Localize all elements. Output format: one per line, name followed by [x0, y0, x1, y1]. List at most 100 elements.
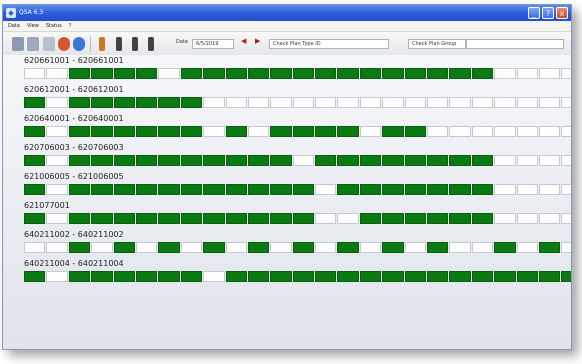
- schedule-cell-active[interactable]: [24, 184, 46, 195]
- schedule-cell-active[interactable]: [270, 126, 292, 137]
- schedule-cell-active[interactable]: [24, 155, 46, 166]
- schedule-cell-empty[interactable]: [225, 97, 247, 108]
- schedule-cell-active[interactable]: [247, 271, 270, 282]
- schedule-cell-active[interactable]: [113, 184, 135, 195]
- schedule-cell-empty[interactable]: [538, 68, 561, 79]
- back-icon[interactable]: [12, 37, 24, 51]
- schedule-cell-empty[interactable]: [292, 97, 315, 108]
- marker-icon[interactable]: [132, 37, 138, 51]
- schedule-cell-empty[interactable]: [359, 126, 382, 137]
- date-field[interactable]: 6/5/2019: [192, 39, 234, 49]
- schedule-cell-active[interactable]: [292, 242, 315, 253]
- schedule-cell-active[interactable]: [337, 242, 359, 253]
- schedule-cell-active[interactable]: [382, 213, 404, 224]
- menu-item-help[interactable]: ?: [69, 21, 72, 31]
- schedule-cell-active[interactable]: [404, 126, 427, 137]
- schedule-cell-empty[interactable]: [561, 97, 571, 108]
- schedule-cell-active[interactable]: [427, 68, 449, 79]
- schedule-cell-active[interactable]: [337, 155, 359, 166]
- schedule-cell-active[interactable]: [427, 242, 449, 253]
- schedule-cell-active[interactable]: [203, 68, 225, 79]
- schedule-cell-empty[interactable]: [538, 184, 561, 195]
- schedule-cell-empty[interactable]: [315, 184, 337, 195]
- schedule-cell-active[interactable]: [449, 68, 471, 79]
- schedule-cell-active[interactable]: [113, 242, 135, 253]
- schedule-cell-empty[interactable]: [46, 242, 68, 253]
- schedule-cell-empty[interactable]: [91, 242, 113, 253]
- plan-type-field[interactable]: Check Plan Type ID: [269, 39, 389, 49]
- schedule-cell-active[interactable]: [337, 271, 359, 282]
- schedule-cell-active[interactable]: [292, 271, 315, 282]
- schedule-cell-empty[interactable]: [203, 97, 225, 108]
- schedule-cell-active[interactable]: [404, 184, 427, 195]
- schedule-cell-empty[interactable]: [471, 97, 494, 108]
- schedule-cell-empty[interactable]: [404, 242, 427, 253]
- schedule-cell-active[interactable]: [382, 155, 404, 166]
- schedule-cell-active[interactable]: [180, 126, 203, 137]
- schedule-cell-active[interactable]: [427, 184, 449, 195]
- schedule-cell-active[interactable]: [203, 184, 225, 195]
- schedule-cell-active[interactable]: [180, 68, 203, 79]
- schedule-cell-active[interactable]: [404, 271, 427, 282]
- schedule-cell-active[interactable]: [135, 68, 158, 79]
- schedule-cell-empty[interactable]: [516, 184, 538, 195]
- schedule-cell-active[interactable]: [158, 126, 180, 137]
- schedule-cell-active[interactable]: [225, 184, 247, 195]
- schedule-cell-active[interactable]: [404, 155, 427, 166]
- schedule-cell-empty[interactable]: [471, 242, 494, 253]
- schedule-cell-empty[interactable]: [359, 242, 382, 253]
- schedule-cell-active[interactable]: [24, 213, 46, 224]
- schedule-cell-empty[interactable]: [46, 213, 68, 224]
- schedule-cell-empty[interactable]: [494, 184, 516, 195]
- schedule-cell-active[interactable]: [180, 155, 203, 166]
- schedule-cell-active[interactable]: [538, 242, 561, 253]
- schedule-cell-empty[interactable]: [315, 97, 337, 108]
- schedule-cell-empty[interactable]: [494, 97, 516, 108]
- schedule-cell-active[interactable]: [359, 271, 382, 282]
- schedule-cell-empty[interactable]: [538, 155, 561, 166]
- schedule-cell-active[interactable]: [471, 213, 494, 224]
- schedule-cell-empty[interactable]: [561, 213, 571, 224]
- schedule-cell-empty[interactable]: [46, 155, 68, 166]
- marker-icon[interactable]: [148, 37, 154, 51]
- schedule-cell-active[interactable]: [471, 68, 494, 79]
- schedule-cell-active[interactable]: [91, 213, 113, 224]
- schedule-cell-active[interactable]: [225, 155, 247, 166]
- marker-icon[interactable]: [99, 37, 105, 51]
- minimize-button[interactable]: _: [528, 7, 540, 19]
- schedule-cell-active[interactable]: [471, 184, 494, 195]
- schedule-cell-empty[interactable]: [203, 126, 225, 137]
- schedule-cell-active[interactable]: [247, 184, 270, 195]
- schedule-cell-empty[interactable]: [270, 97, 292, 108]
- schedule-cell-empty[interactable]: [225, 242, 247, 253]
- schedule-cell-active[interactable]: [359, 155, 382, 166]
- schedule-cell-empty[interactable]: [46, 97, 68, 108]
- schedule-cell-active[interactable]: [203, 155, 225, 166]
- schedule-cell-empty[interactable]: [315, 242, 337, 253]
- schedule-cell-active[interactable]: [68, 68, 91, 79]
- schedule-cell-empty[interactable]: [449, 242, 471, 253]
- schedule-cell-empty[interactable]: [449, 97, 471, 108]
- schedule-cell-active[interactable]: [24, 126, 46, 137]
- schedule-cell-active[interactable]: [337, 184, 359, 195]
- menu-item-data[interactable]: Data: [8, 21, 20, 31]
- schedule-cell-active[interactable]: [359, 213, 382, 224]
- schedule-cell-empty[interactable]: [538, 97, 561, 108]
- schedule-cell-active[interactable]: [315, 68, 337, 79]
- schedule-cell-active[interactable]: [225, 68, 247, 79]
- schedule-cell-active[interactable]: [68, 97, 91, 108]
- schedule-cell-empty[interactable]: [46, 126, 68, 137]
- schedule-cell-empty[interactable]: [516, 68, 538, 79]
- schedule-cell-active[interactable]: [91, 155, 113, 166]
- schedule-cell-active[interactable]: [270, 184, 292, 195]
- arrow-left-icon[interactable]: ◀: [241, 37, 246, 45]
- schedule-cell-active[interactable]: [449, 155, 471, 166]
- schedule-cell-empty[interactable]: [449, 126, 471, 137]
- schedule-cell-active[interactable]: [382, 242, 404, 253]
- schedule-cell-active[interactable]: [427, 271, 449, 282]
- schedule-cell-empty[interactable]: [516, 213, 538, 224]
- schedule-cell-active[interactable]: [113, 126, 135, 137]
- marker-icon[interactable]: [116, 37, 122, 51]
- schedule-cell-empty[interactable]: [561, 126, 571, 137]
- schedule-cell-empty[interactable]: [516, 155, 538, 166]
